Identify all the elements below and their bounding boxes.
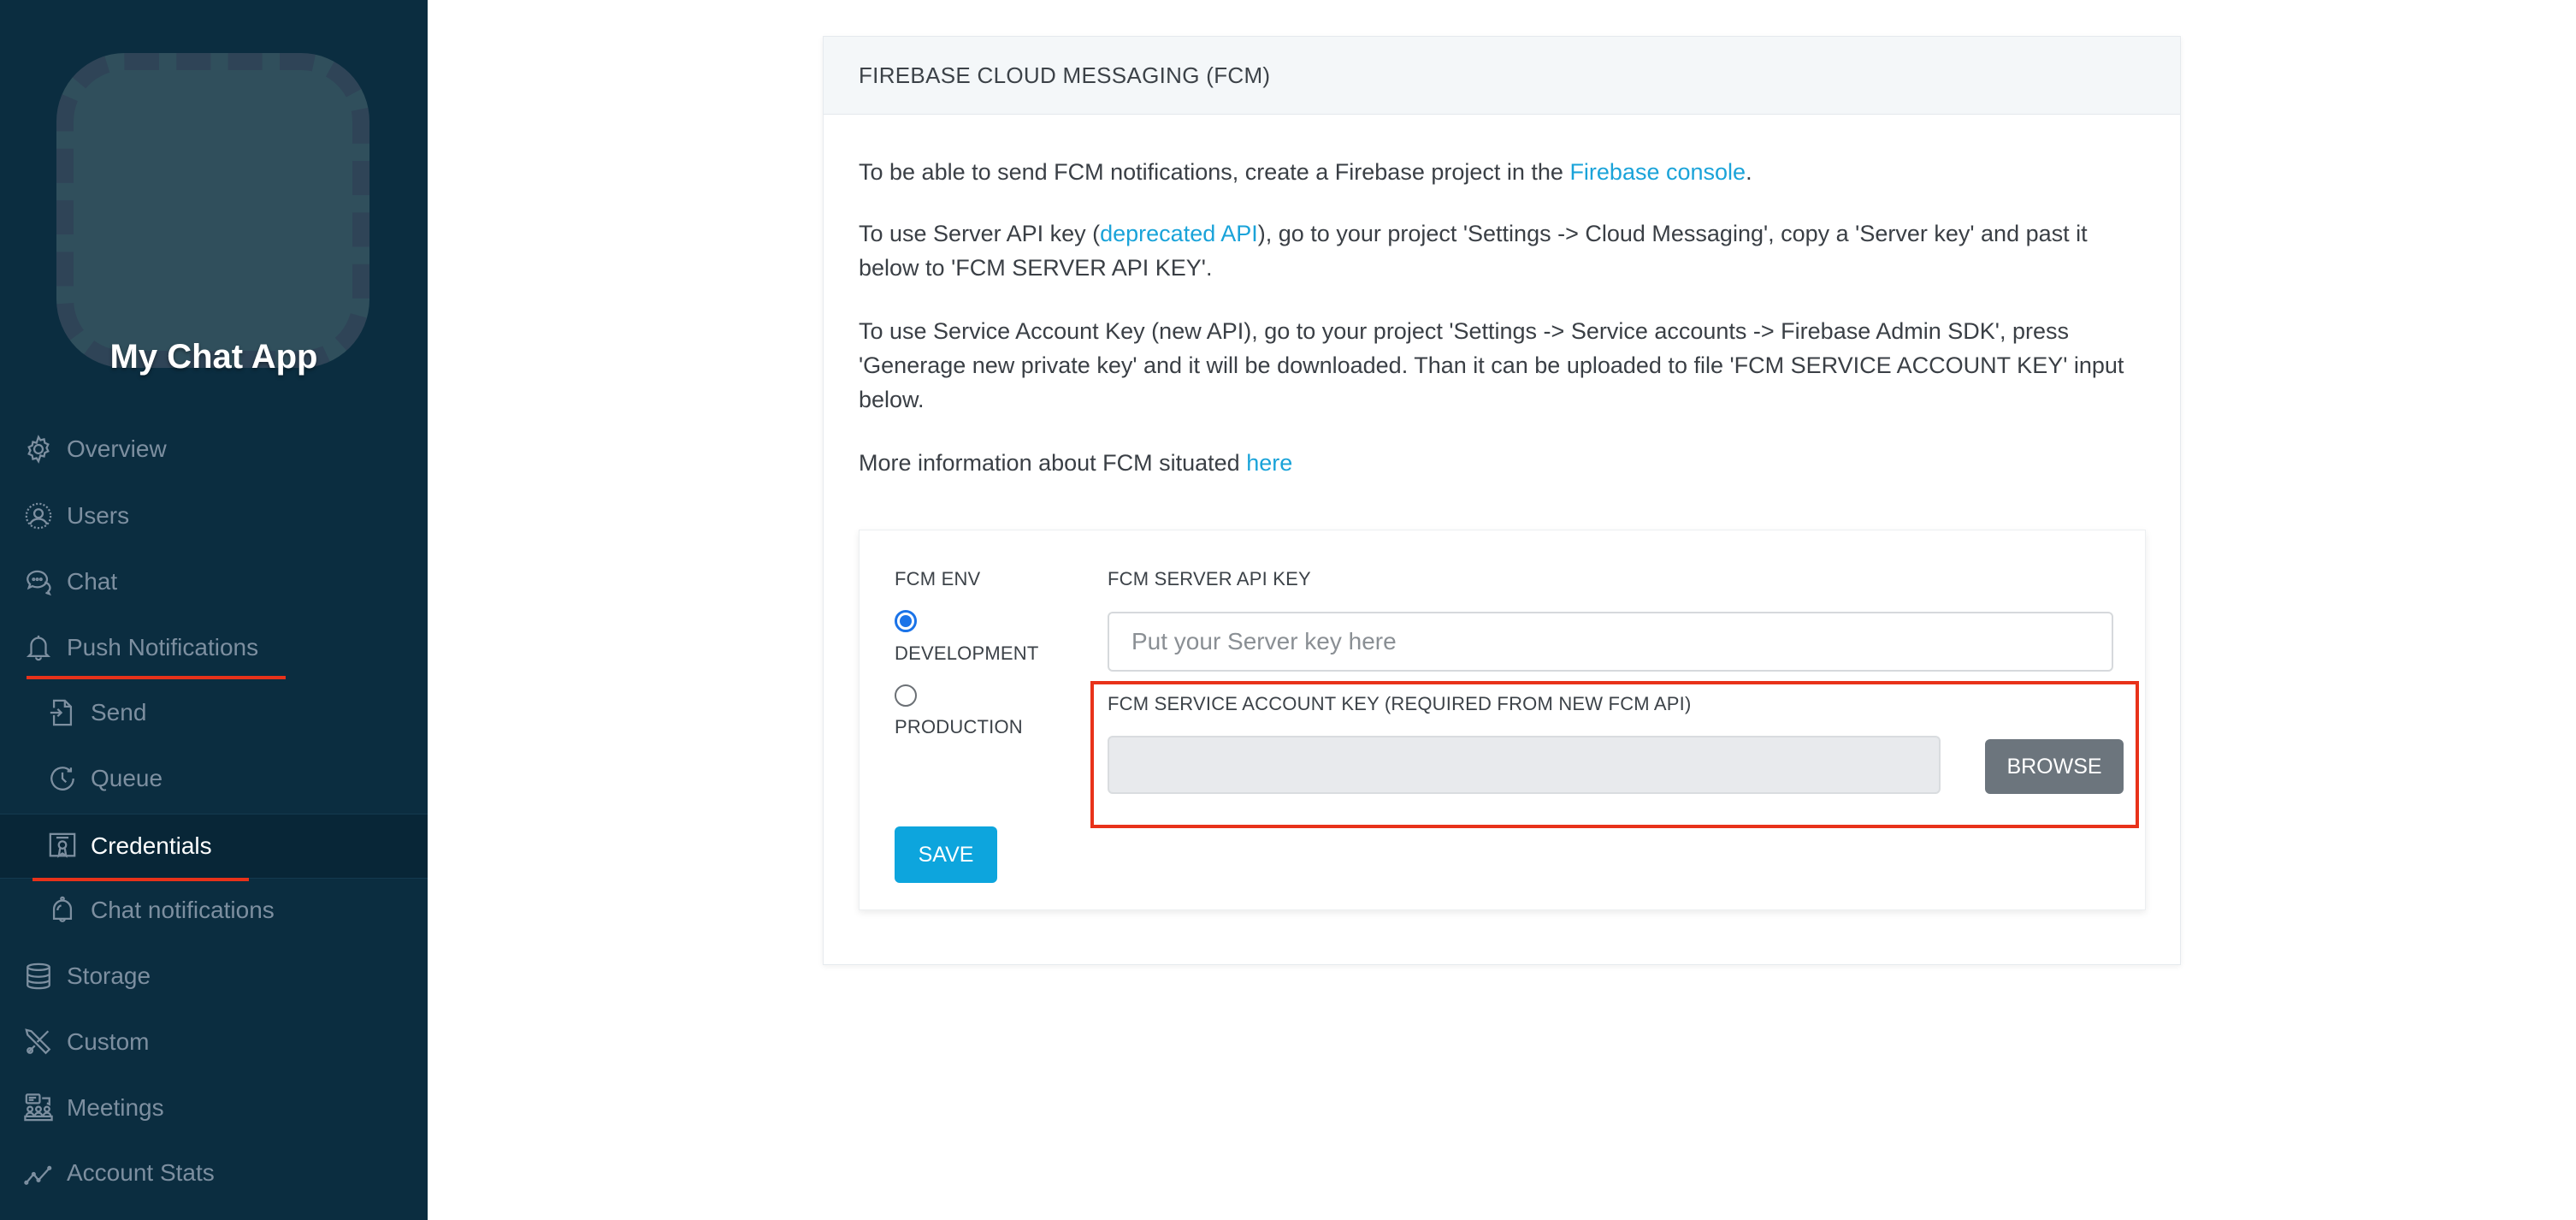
- sidebar-item-account-stats[interactable]: Account Stats: [0, 1140, 428, 1205]
- sidebar-item-push-notifications[interactable]: Push Notifications: [0, 615, 428, 680]
- sidebar-item-label: Account Stats: [67, 1159, 215, 1186]
- sidebar-item-label: Users: [67, 502, 130, 529]
- sidebar: My Chat App Overview Users Chat Push Not…: [0, 0, 428, 1220]
- server-key-input[interactable]: [1108, 612, 2113, 672]
- browse-button[interactable]: BROWSE: [1985, 739, 2124, 794]
- sidebar-item-queue[interactable]: Queue: [0, 746, 428, 811]
- credentials-form: FCM ENV DEVELOPMENT PRODUCTION FCM SERVE…: [859, 530, 2146, 910]
- app-logo-placeholder[interactable]: [56, 53, 369, 368]
- sidebar-item-label: Send: [91, 699, 147, 725]
- sidebar-item-send[interactable]: Send: [0, 680, 428, 745]
- sidebar-item-overview[interactable]: Overview: [0, 417, 428, 482]
- radio-development[interactable]: [895, 610, 917, 632]
- app-title: My Chat App: [109, 338, 318, 376]
- user-icon: [24, 501, 53, 530]
- fcm-card: FIREBASE CLOUD MESSAGING (FCM) To be abl…: [823, 36, 2181, 965]
- file-import-icon: [48, 698, 77, 727]
- paragraph-text: More information about FCM situated: [859, 450, 1247, 476]
- service-account-label: FCM SERVICE ACCOUNT KEY (REQUIRED FROM N…: [1108, 693, 1692, 714]
- radio-development-label[interactable]: DEVELOPMENT: [895, 643, 1038, 665]
- service-account-file-input[interactable]: [1108, 736, 1941, 794]
- sidebar-item-chat[interactable]: Chat: [0, 549, 428, 614]
- sidebar-item-custom[interactable]: Custom: [0, 1010, 428, 1075]
- sidebar-item-credentials[interactable]: Credentials: [0, 814, 428, 879]
- sidebar-item-users[interactable]: Users: [0, 483, 428, 548]
- server-api-paragraph: To use Server API key (deprecated API), …: [859, 216, 2142, 285]
- more-info-link[interactable]: here: [1246, 450, 1292, 476]
- paragraph-text: To be able to send FCM notifications, cr…: [859, 159, 1570, 185]
- push-notifications-underline: [27, 676, 286, 679]
- sidebar-item-label: Credentials: [91, 832, 212, 859]
- sidebar-item-meetings[interactable]: Meetings: [0, 1075, 428, 1140]
- deprecated-api-link[interactable]: deprecated API: [1100, 221, 1258, 246]
- radio-production-label[interactable]: PRODUCTION: [895, 716, 1023, 738]
- sidebar-item-label: Queue: [91, 765, 163, 791]
- hanging-bell-icon: [48, 896, 77, 925]
- clock-icon: [48, 764, 77, 793]
- sidebar-item-label: Meetings: [67, 1094, 164, 1121]
- bell-icon: [24, 633, 53, 662]
- meeting-icon: [24, 1093, 53, 1122]
- tools-icon: [24, 1028, 53, 1057]
- gear-icon: [24, 435, 53, 464]
- sidebar-item-chat-notifications[interactable]: Chat notifications: [0, 878, 428, 943]
- more-info-paragraph: More information about FCM situated here: [859, 446, 2142, 480]
- sidebar-item-label: Overview: [67, 435, 167, 462]
- service-account-paragraph: To use Service Account Key (new API), go…: [859, 318, 2124, 412]
- card-title: FIREBASE CLOUD MESSAGING (FCM): [824, 37, 2180, 115]
- server-key-label: FCM SERVER API KEY: [1108, 568, 1311, 589]
- paragraph-text: To use Server API key (: [859, 221, 1101, 246]
- sidebar-item-label: Chat: [67, 568, 118, 595]
- sidebar-item-label: Push Notifications: [67, 634, 259, 660]
- radio-production[interactable]: [895, 684, 917, 707]
- chat-bubbles-icon: [24, 567, 53, 596]
- sidebar-item-label: Custom: [67, 1028, 150, 1055]
- save-button[interactable]: SAVE: [895, 826, 997, 883]
- sidebar-item-label: Storage: [67, 962, 151, 989]
- certificate-icon: [48, 832, 77, 861]
- sidebar-item-storage[interactable]: Storage: [0, 944, 428, 1009]
- fcm-env-label: FCM ENV: [895, 568, 981, 589]
- service-account-highlight: FCM SERVICE ACCOUNT KEY (REQUIRED FROM N…: [1090, 681, 2139, 828]
- sidebar-item-label: Chat notifications: [91, 897, 275, 923]
- firebase-console-link[interactable]: Firebase console: [1569, 159, 1746, 185]
- database-icon: [24, 962, 53, 991]
- line-chart-icon: [24, 1158, 53, 1187]
- intro-paragraph: To be able to send FCM notifications, cr…: [859, 155, 2142, 189]
- paragraph-text: .: [1746, 159, 1752, 185]
